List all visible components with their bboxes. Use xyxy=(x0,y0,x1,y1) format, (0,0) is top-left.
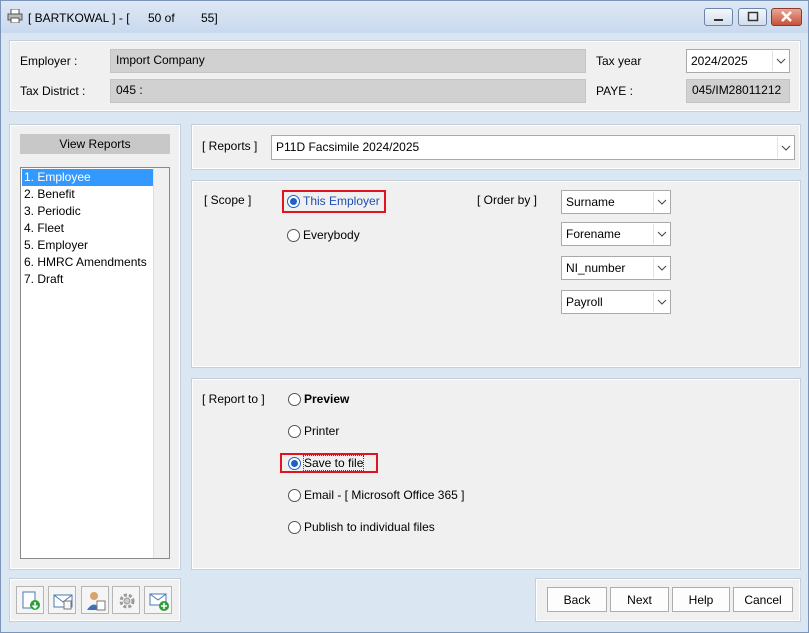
order-by-select-3[interactable]: NI_number xyxy=(561,256,671,280)
list-item-periodic[interactable]: 3. Periodic xyxy=(22,203,153,220)
radio-circle[interactable] xyxy=(287,229,300,242)
radio-circle[interactable] xyxy=(288,393,301,406)
report-to-save-to-file-radio[interactable]: Save to file xyxy=(288,455,373,472)
list-item-employer[interactable]: 5. Employer xyxy=(22,237,153,254)
order-by-value: Payroll xyxy=(566,295,603,309)
title-bar: [ BARTKOWAL ] - [ 50 of 55] xyxy=(1,1,808,33)
user-certificate-icon xyxy=(87,592,106,611)
minimize-button[interactable] xyxy=(704,8,733,26)
view-reports-header: View Reports xyxy=(20,134,170,154)
radio-circle[interactable] xyxy=(287,195,300,208)
maximize-icon xyxy=(747,11,759,22)
import-button[interactable] xyxy=(16,586,44,614)
gear-icon xyxy=(119,593,135,609)
tax-district-label: Tax District : xyxy=(20,84,86,98)
report-to-email-radio[interactable]: Email - [ Microsoft Office 365 ] xyxy=(288,488,473,504)
radio-circle[interactable] xyxy=(288,457,301,470)
report-select[interactable]: P11D Facsimile 2024/2025 xyxy=(271,135,795,160)
maximize-button[interactable] xyxy=(738,8,767,26)
main-window: [ BARTKOWAL ] - [ 50 of 55] Employer : I… xyxy=(0,0,809,633)
mail-document-icon xyxy=(53,594,73,610)
employer-field: Import Company xyxy=(110,49,586,73)
radio-circle[interactable] xyxy=(288,521,301,534)
tax-district-field: 045 : xyxy=(110,79,586,103)
order-by-value: Surname xyxy=(566,195,615,209)
list-item-draft[interactable]: 7. Draft xyxy=(22,271,153,288)
chevron-down-icon[interactable] xyxy=(772,51,788,71)
chevron-down-icon[interactable] xyxy=(653,258,669,278)
list-scrollbar[interactable] xyxy=(153,168,169,558)
scope-this-employer-radio[interactable]: This Employer xyxy=(287,194,382,210)
chevron-down-icon[interactable] xyxy=(777,137,793,158)
radio-label: Save to file xyxy=(302,455,365,471)
chevron-down-icon[interactable] xyxy=(653,224,669,244)
close-icon xyxy=(781,11,792,22)
mail-document-button[interactable] xyxy=(48,586,76,614)
paye-field: 045/IM28011212 xyxy=(686,79,790,103)
user-certificate-button[interactable] xyxy=(81,586,109,614)
scope-label: [ Scope ] xyxy=(204,193,252,207)
radio-circle[interactable] xyxy=(288,425,301,438)
settings-button[interactable] xyxy=(112,586,140,614)
report-to-printer-radio[interactable]: Printer xyxy=(288,424,358,440)
tax-year-select[interactable]: 2024/2025 xyxy=(686,49,790,73)
chevron-down-icon[interactable] xyxy=(653,292,669,312)
radio-label: Preview xyxy=(304,392,350,406)
radio-circle[interactable] xyxy=(288,489,301,502)
window-title: [ BARTKOWAL ] - [ xyxy=(28,11,130,25)
order-by-select-4[interactable]: Payroll xyxy=(561,290,671,314)
radio-label: Publish to individual files xyxy=(304,520,435,534)
report-category-list[interactable]: 1. Employee 2. Benefit 3. Periodic 4. Fl… xyxy=(20,167,170,559)
tax-year-value: 2024/2025 xyxy=(691,54,748,68)
radio-label: Everybody xyxy=(303,228,360,242)
close-button[interactable] xyxy=(771,8,802,26)
back-button[interactable]: Back xyxy=(547,587,607,612)
order-by-select-1[interactable]: Surname xyxy=(561,190,671,214)
tax-year-label: Tax year xyxy=(596,54,642,68)
record-total: 55] xyxy=(201,11,218,25)
report-to-label: [ Report to ] xyxy=(202,392,265,406)
scope-everybody-radio[interactable]: Everybody xyxy=(287,228,382,244)
order-by-value: NI_number xyxy=(566,261,626,275)
help-button[interactable]: Help xyxy=(672,587,730,612)
mail-add-icon xyxy=(149,593,169,611)
next-button[interactable]: Next xyxy=(610,587,669,612)
list-item-employee[interactable]: 1. Employee xyxy=(22,169,153,186)
list-item-hmrc-amendments[interactable]: 6. HMRC Amendments xyxy=(22,254,153,271)
paye-label: PAYE : xyxy=(596,84,633,98)
radio-label: Printer xyxy=(304,424,340,438)
order-by-label: [ Order by ] xyxy=(477,193,538,207)
report-select-value: P11D Facsimile 2024/2025 xyxy=(276,140,420,154)
radio-label: This Employer xyxy=(303,194,380,208)
report-to-panel xyxy=(191,378,801,570)
record-count: 50 of xyxy=(148,11,175,25)
order-by-select-2[interactable]: Forename xyxy=(561,222,671,246)
list-item-benefit[interactable]: 2. Benefit xyxy=(22,186,153,203)
report-to-preview-radio[interactable]: Preview xyxy=(288,392,358,408)
order-by-value: Forename xyxy=(566,227,621,241)
radio-label: Email - [ Microsoft Office 365 ] xyxy=(304,488,465,502)
cancel-button[interactable]: Cancel xyxy=(733,587,793,612)
reports-label: [ Reports ] xyxy=(202,139,258,153)
minimize-icon xyxy=(714,19,723,21)
employer-label: Employer : xyxy=(20,54,78,68)
printer-icon xyxy=(7,9,23,23)
report-to-publish-radio[interactable]: Publish to individual files xyxy=(288,520,448,536)
mail-add-button[interactable] xyxy=(144,586,172,614)
list-item-fleet[interactable]: 4. Fleet xyxy=(22,220,153,237)
chevron-down-icon[interactable] xyxy=(653,192,669,212)
import-icon xyxy=(22,591,40,610)
